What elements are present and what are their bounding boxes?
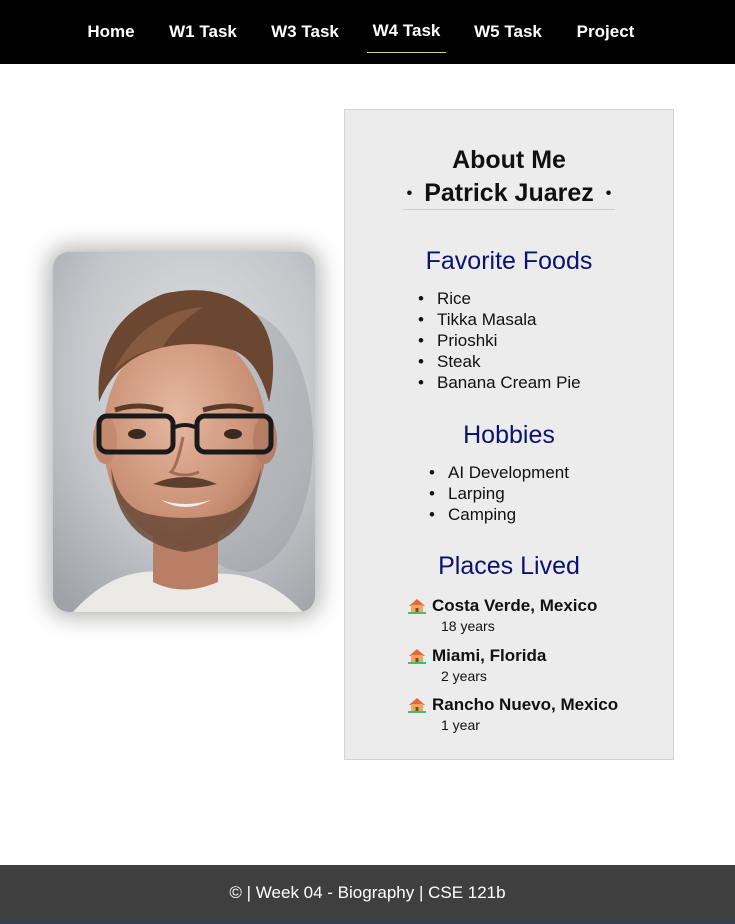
profile-photo — [53, 252, 315, 612]
bullet-dot: • — [605, 184, 612, 202]
place-name: Costa Verde, Mexico — [432, 596, 598, 615]
nav-w5-task[interactable]: W5 Task — [469, 0, 547, 64]
page-footer: © | Week 04 - Biography | CSE 121b — [0, 865, 735, 921]
list-item: AI Development — [429, 462, 569, 483]
hobbies-heading: Hobbies — [463, 421, 555, 449]
foods-list: Rice Tikka Masala Prioshki Steak Banana … — [418, 288, 581, 393]
place-name: Miami, Florida — [432, 646, 547, 665]
house-icon — [408, 698, 426, 713]
place-item: Miami, Florida 2 years — [408, 646, 546, 684]
list-item: Camping — [429, 504, 569, 525]
hobbies-list: AI Development Larping Camping — [429, 462, 569, 525]
nav-w3-task[interactable]: W3 Task — [267, 0, 343, 64]
place-item: Costa Verde, Mexico 18 years — [408, 596, 597, 634]
footer-text: © | Week 04 - Biography | CSE 121b — [229, 883, 506, 902]
house-icon — [408, 649, 426, 664]
place-name: Rancho Nuevo, Mexico — [432, 695, 619, 714]
place-years: 2 years — [441, 668, 487, 684]
list-item: Steak — [418, 351, 581, 372]
portrait-illustration — [53, 252, 315, 612]
nav-w4-task-label: W4 Task — [372, 21, 441, 40]
place-years: 18 years — [441, 618, 495, 634]
house-icon — [408, 599, 426, 614]
nav-home[interactable]: Home — [82, 0, 140, 64]
person-name: Patrick Juarez — [424, 179, 594, 207]
nav-project[interactable]: Project — [572, 0, 639, 64]
places-heading: Places Lived — [438, 552, 580, 580]
active-tab-underline — [367, 52, 446, 53]
list-item: Larping — [429, 483, 569, 504]
foods-heading: Favorite Foods — [425, 247, 593, 275]
place-years: 1 year — [441, 717, 480, 733]
top-navbar: Home W1 Task W3 Task W4 Task W5 Task Pro… — [0, 0, 735, 64]
person-name-row: • Patrick Juarez • — [403, 178, 615, 210]
card-title: About Me — [452, 146, 566, 174]
nav-w1-task[interactable]: W1 Task — [165, 0, 241, 64]
list-item: Banana Cream Pie — [418, 372, 581, 393]
list-item: Rice — [418, 288, 581, 309]
nav-w4-task[interactable]: W4 Task — [367, 0, 446, 64]
list-item: Prioshki — [418, 330, 581, 351]
place-item: Rancho Nuevo, Mexico 1 year — [408, 695, 618, 733]
bullet-dot: • — [406, 184, 413, 202]
about-me-card: About Me • Patrick Juarez • Favorite Foo… — [344, 109, 674, 760]
list-item: Tikka Masala — [418, 309, 581, 330]
